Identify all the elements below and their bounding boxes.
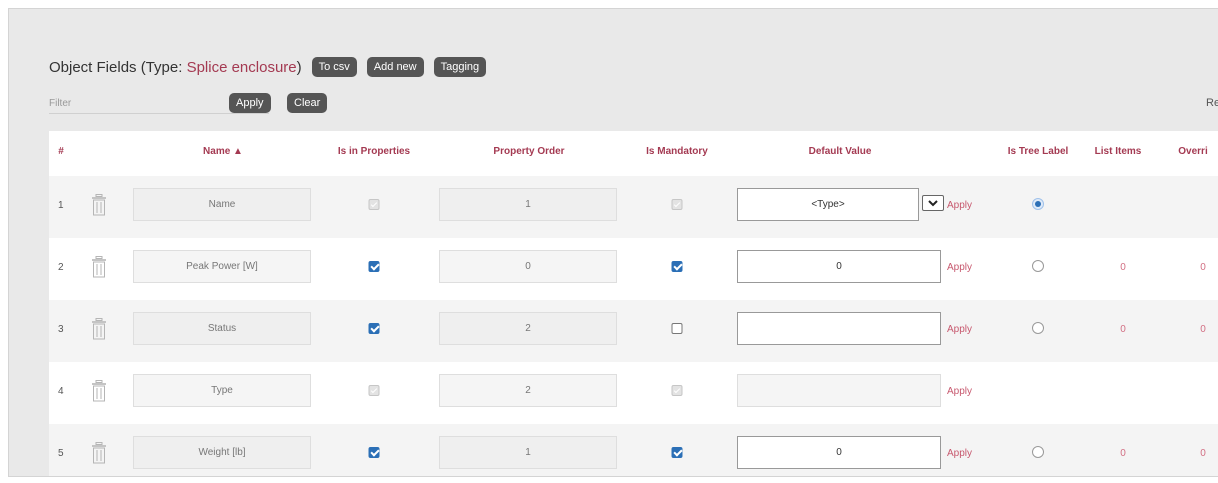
list-items-count[interactable]: 0 [1120,448,1126,459]
list-items-count[interactable]: 0 [1120,324,1126,335]
fields-table: # Name ▲ Is in Properties Property Order… [49,131,1218,476]
default-value-input [737,374,941,407]
overrides-count[interactable]: 0 [1200,448,1206,459]
is-mandatory-checkbox [671,199,683,210]
overrides-count[interactable]: 0 [1200,324,1206,335]
field-name-input: Weight [lb] [133,436,311,469]
is-in-properties-checkbox [368,385,380,396]
object-fields-panel: Object Fields (Type: Splice enclosure) T… [8,8,1218,477]
page-title: Object Fields (Type: Splice enclosure) [49,59,302,76]
property-order-input: 0 [439,250,617,283]
tree-label-radio[interactable] [1032,198,1044,210]
trash-icon[interactable] [91,256,107,278]
field-name-input: Type [133,374,311,407]
column-header-is-in-properties: Is in Properties [337,146,411,157]
title-suffix: ) [296,58,302,76]
default-value-select[interactable]: <Type> [737,188,919,221]
apply-link[interactable]: Apply [947,200,972,211]
trash-icon[interactable] [91,380,107,402]
row-number: 5 [58,448,64,459]
table-row: 1 Name 1 <Type> Apply [49,176,1218,238]
tree-label-radio[interactable] [1032,322,1044,334]
column-header-number: # [58,146,64,157]
table-header: # Name ▲ Is in Properties Property Order… [49,131,1218,176]
list-items-count[interactable]: 0 [1120,262,1126,273]
table-row: 3 Status 2 Apply 0 0 [49,300,1218,362]
property-order-input: 2 [439,312,617,345]
to-csv-button[interactable]: To csv [311,57,357,77]
is-mandatory-checkbox [671,385,683,396]
column-header-property-order: Property Order [493,146,565,157]
row-number: 4 [58,386,64,397]
table-row: 2 Peak Power [W] 0 0 Apply 0 0 [49,238,1218,300]
property-order-input: 2 [439,374,617,407]
column-header-is-tree-label: Is Tree Label [1007,146,1069,157]
trash-icon[interactable] [91,194,107,216]
field-name-input: Peak Power [W] [133,250,311,283]
property-order-input: 1 [439,436,617,469]
default-value-input[interactable] [737,312,941,345]
is-mandatory-checkbox[interactable] [671,261,683,272]
filter-apply-button[interactable]: Apply [229,93,271,113]
filter-clear-button[interactable]: Clear [287,93,328,113]
type-name: Splice enclosure [186,58,297,76]
column-header-list-items: List Items [1094,146,1142,157]
filter-input[interactable] [49,93,221,113]
is-in-properties-checkbox[interactable] [368,447,380,458]
column-header-overrides: Overri [1178,146,1208,157]
default-value-input[interactable]: 0 [737,436,941,469]
apply-link[interactable]: Apply [947,262,972,273]
tree-label-radio[interactable] [1032,446,1044,458]
add-new-button[interactable]: Add new [366,57,424,77]
table-row: 5 Weight [lb] 1 0 Apply 0 0 [49,424,1218,476]
filter-underline [49,113,269,114]
field-name-input: Name [133,188,311,221]
row-number: 2 [58,262,64,273]
is-in-properties-checkbox [368,199,380,210]
chevron-down-icon [928,199,938,206]
is-in-properties-checkbox[interactable] [368,261,380,272]
apply-link[interactable]: Apply [947,448,972,459]
filter-bar: Apply Clear Re [49,93,1218,114]
trash-icon[interactable] [91,318,107,340]
truncated-right-text: Re [1206,97,1218,109]
trash-icon[interactable] [91,442,107,464]
tree-label-radio[interactable] [1032,260,1044,272]
property-order-input: 1 [439,188,617,221]
is-in-properties-checkbox[interactable] [368,323,380,334]
column-header-is-mandatory: Is Mandatory [646,146,708,157]
apply-link[interactable]: Apply [947,386,972,397]
tagging-button[interactable]: Tagging [433,57,487,77]
is-mandatory-checkbox[interactable] [671,323,683,334]
column-header-name[interactable]: Name ▲ [203,146,243,157]
panel-header: Object Fields (Type: Splice enclosure) T… [49,55,487,79]
default-value-input[interactable]: 0 [737,250,941,283]
field-name-input: Status [133,312,311,345]
apply-link[interactable]: Apply [947,324,972,335]
table-row: 4 Type 2 Apply [49,362,1218,424]
title-prefix: Object Fields (Type: [49,58,187,76]
row-number: 3 [58,324,64,335]
row-number: 1 [58,200,64,211]
is-mandatory-checkbox[interactable] [671,447,683,458]
default-value-dropdown[interactable] [922,195,944,211]
column-header-default-value: Default Value [808,146,872,157]
overrides-count[interactable]: 0 [1200,262,1206,273]
